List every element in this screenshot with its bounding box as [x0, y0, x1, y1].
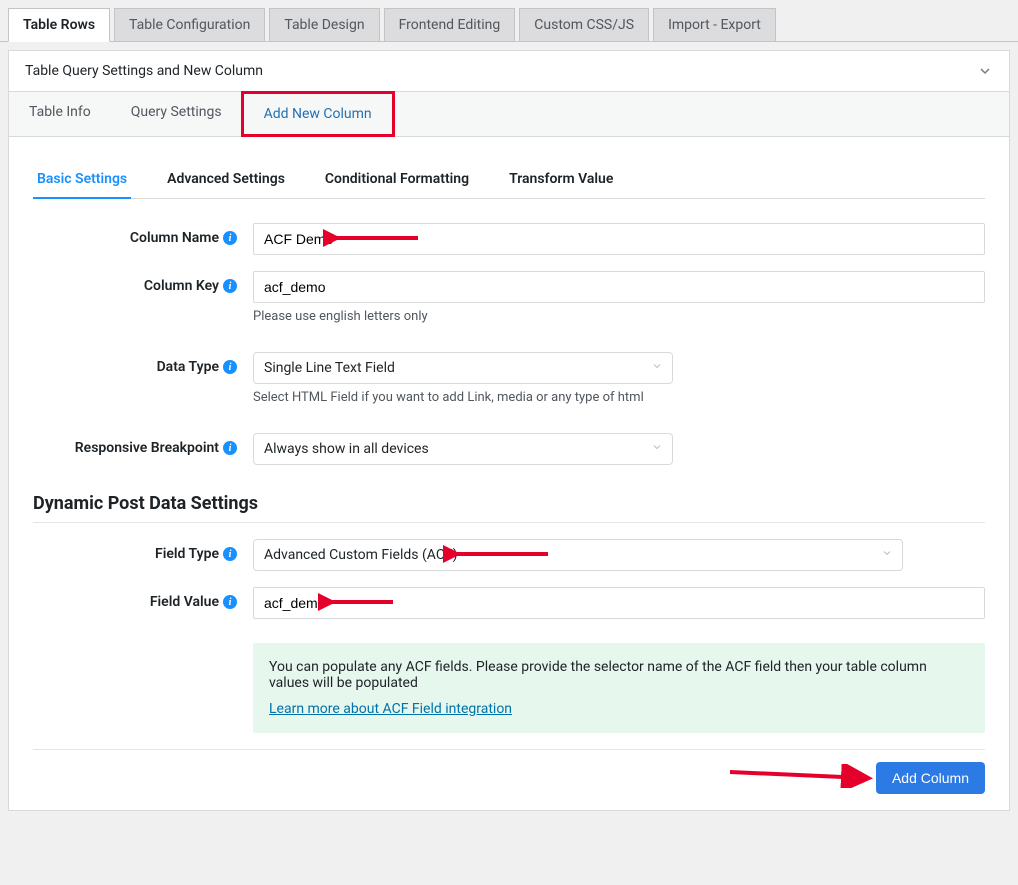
info-icon[interactable]: i — [223, 547, 237, 561]
info-icon[interactable]: i — [223, 595, 237, 609]
info-icon[interactable]: i — [223, 441, 237, 455]
column-key-help: Please use english letters only — [253, 309, 985, 324]
innertab-transform-value[interactable]: Transform Value — [505, 161, 617, 199]
acf-info-box: You can populate any ACF fields. Please … — [253, 643, 985, 733]
top-tabs: Table Rows Table Configuration Table Des… — [0, 0, 1018, 42]
column-key-input[interactable] — [253, 271, 985, 303]
inner-tabs: Basic Settings Advanced Settings Conditi… — [33, 161, 985, 199]
info-icon[interactable]: i — [223, 279, 237, 293]
info-icon[interactable]: i — [223, 231, 237, 245]
innertab-advanced-settings[interactable]: Advanced Settings — [163, 161, 289, 199]
subtab-table-info[interactable]: Table Info — [9, 92, 111, 136]
data-type-select[interactable]: Single Line Text Field — [253, 352, 673, 384]
data-type-help: Select HTML Field if you want to add Lin… — [253, 390, 985, 405]
data-type-label: Data Type — [157, 359, 219, 375]
innertab-conditional-formatting[interactable]: Conditional Formatting — [321, 161, 473, 199]
column-key-label: Column Key — [144, 278, 219, 294]
responsive-label: Responsive Breakpoint — [75, 440, 219, 456]
info-icon[interactable]: i — [223, 360, 237, 374]
field-type-label: Field Type — [155, 546, 219, 562]
innertab-basic-settings[interactable]: Basic Settings — [33, 161, 131, 199]
arrow-annotation — [725, 764, 875, 788]
collapse-icon — [977, 63, 993, 79]
subtab-add-new-column[interactable]: Add New Column — [241, 91, 395, 137]
tab-table-configuration[interactable]: Table Configuration — [114, 8, 265, 41]
tab-import-export[interactable]: Import - Export — [653, 8, 776, 41]
info-box-text: You can populate any ACF fields. Please … — [269, 659, 969, 691]
column-name-label: Column Name — [130, 230, 219, 246]
field-value-label: Field Value — [150, 594, 219, 610]
tab-table-design[interactable]: Table Design — [269, 8, 379, 41]
column-name-input[interactable] — [253, 223, 985, 255]
add-column-button[interactable]: Add Column — [876, 762, 985, 794]
sub-tabs: Table Info Query Settings Add New Column — [9, 91, 1009, 137]
tab-table-rows[interactable]: Table Rows — [8, 8, 110, 42]
dynamic-section-heading: Dynamic Post Data Settings — [33, 493, 985, 523]
field-type-select[interactable]: Advanced Custom Fields (ACF) — [253, 539, 903, 571]
acf-learn-more-link[interactable]: Learn more about ACF Field integration — [269, 701, 512, 717]
tab-custom-css-js[interactable]: Custom CSS/JS — [519, 8, 649, 41]
panel-header[interactable]: Table Query Settings and New Column — [9, 51, 1009, 91]
responsive-select[interactable]: Always show in all devices — [253, 433, 673, 465]
subtab-query-settings[interactable]: Query Settings — [111, 92, 242, 136]
tab-frontend-editing[interactable]: Frontend Editing — [384, 8, 516, 41]
field-value-input[interactable] — [253, 587, 985, 619]
panel-title: Table Query Settings and New Column — [25, 63, 263, 79]
